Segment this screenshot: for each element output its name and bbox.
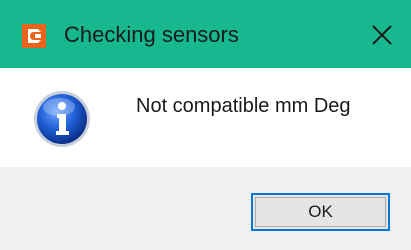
ok-button-label: OK	[255, 197, 386, 227]
close-icon	[372, 25, 392, 45]
info-icon	[34, 91, 90, 147]
message-text: Not compatible mm Deg	[136, 95, 351, 117]
ok-button[interactable]: OK	[251, 193, 390, 231]
message-dialog: Checking sensors Not compatible mm Deg O…	[0, 0, 411, 250]
window-title: Checking sensors	[64, 22, 239, 47]
app-logo-icon	[22, 24, 46, 48]
close-button[interactable]	[353, 0, 411, 68]
title-bar[interactable]: Checking sensors	[0, 0, 411, 68]
